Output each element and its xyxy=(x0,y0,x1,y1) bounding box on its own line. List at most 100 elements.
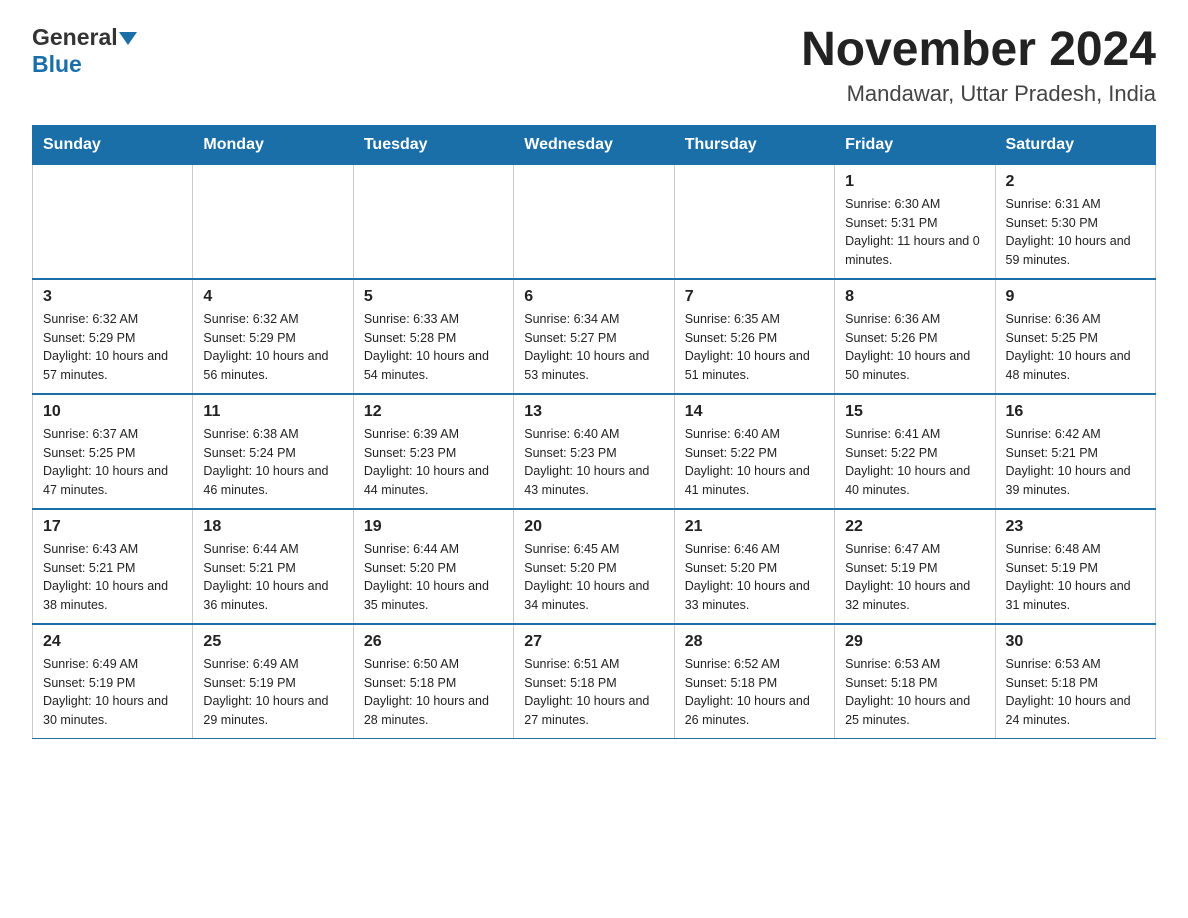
day-number-7: 7 xyxy=(685,288,824,306)
calendar-cell-w5-d2: 25 Sunrise: 6:49 AMSunset: 5:19 PMDayligh… xyxy=(193,624,353,739)
calendar-cell-w5-d5: 28Sunrise: 6:52 AMSunset: 5:18 PMDayligh… xyxy=(674,624,834,739)
calendar-week-5: 24 Sunrise: 6:49 AMSunset: 5:19 PMDayligh… xyxy=(33,624,1156,739)
calendar-week-2: 3 Sunrise: 6:32 AMSunset: 5:29 PMDaylight… xyxy=(33,279,1156,394)
header-sunday: Sunday xyxy=(33,125,193,164)
title-block: November 2024 Mandawar, Uttar Pradesh, I… xyxy=(801,24,1156,107)
day-number-11: 11 xyxy=(203,403,342,421)
day-number-29: 29 xyxy=(845,633,984,651)
calendar-cell-w5-d7: 30 Sunrise: 6:53 AMSunset: 5:18 PMDayligh… xyxy=(995,624,1155,739)
calendar-cell-w1-d3 xyxy=(353,164,513,279)
day-number-30: 30 xyxy=(1006,633,1145,651)
calendar-body: 1 Sunrise: 6:30 AMSunset: 5:31 PMDaylight… xyxy=(33,164,1156,738)
day-info-8: Sunrise: 6:36 AMSunset: 5:26 PMDaylight:… xyxy=(845,310,984,385)
header-tuesday: Tuesday xyxy=(353,125,513,164)
header-saturday: Saturday xyxy=(995,125,1155,164)
calendar-week-4: 17 Sunrise: 6:43 AMSunset: 5:21 PMDayligh… xyxy=(33,509,1156,624)
calendar-cell-w4-d4: 20 Sunrise: 6:45 AMSunset: 5:20 PMDayligh… xyxy=(514,509,674,624)
day-info-14: Sunrise: 6:40 AMSunset: 5:22 PMDaylight:… xyxy=(685,425,824,500)
calendar-cell-w3-d5: 14 Sunrise: 6:40 AMSunset: 5:22 PMDayligh… xyxy=(674,394,834,509)
calendar-subtitle: Mandawar, Uttar Pradesh, India xyxy=(801,81,1156,107)
day-number-9: 9 xyxy=(1006,288,1145,306)
day-number-23: 23 xyxy=(1006,518,1145,536)
day-info-1: Sunrise: 6:30 AMSunset: 5:31 PMDaylight:… xyxy=(845,195,984,270)
day-number-10: 10 xyxy=(43,403,182,421)
day-info-27: Sunrise: 6:51 AMSunset: 5:18 PMDaylight:… xyxy=(524,655,663,730)
logo-triangle-icon xyxy=(119,32,137,45)
logo-blue-text: Blue xyxy=(32,51,82,77)
day-info-24: Sunrise: 6:49 AMSunset: 5:19 PMDaylight:… xyxy=(43,655,182,730)
calendar-cell-w1-d6: 1 Sunrise: 6:30 AMSunset: 5:31 PMDaylight… xyxy=(835,164,995,279)
day-info-23: Sunrise: 6:48 AMSunset: 5:19 PMDaylight:… xyxy=(1006,540,1145,615)
calendar-cell-w4-d7: 23 Sunrise: 6:48 AMSunset: 5:19 PMDayligh… xyxy=(995,509,1155,624)
calendar-cell-w2-d1: 3 Sunrise: 6:32 AMSunset: 5:29 PMDaylight… xyxy=(33,279,193,394)
day-info-21: Sunrise: 6:46 AMSunset: 5:20 PMDaylight:… xyxy=(685,540,824,615)
calendar-header: Sunday Monday Tuesday Wednesday Thursday… xyxy=(33,125,1156,164)
day-number-14: 14 xyxy=(685,403,824,421)
calendar-cell-w4-d1: 17 Sunrise: 6:43 AMSunset: 5:21 PMDayligh… xyxy=(33,509,193,624)
day-info-30: Sunrise: 6:53 AMSunset: 5:18 PMDaylight:… xyxy=(1006,655,1145,730)
day-info-12: Sunrise: 6:39 AMSunset: 5:23 PMDaylight:… xyxy=(364,425,503,500)
day-info-11: Sunrise: 6:38 AMSunset: 5:24 PMDaylight:… xyxy=(203,425,342,500)
calendar-cell-w3-d6: 15Sunrise: 6:41 AMSunset: 5:22 PMDayligh… xyxy=(835,394,995,509)
calendar-cell-w3-d4: 13Sunrise: 6:40 AMSunset: 5:23 PMDayligh… xyxy=(514,394,674,509)
day-number-5: 5 xyxy=(364,288,503,306)
day-number-3: 3 xyxy=(43,288,182,306)
day-info-7: Sunrise: 6:35 AMSunset: 5:26 PMDaylight:… xyxy=(685,310,824,385)
day-info-9: Sunrise: 6:36 AMSunset: 5:25 PMDaylight:… xyxy=(1006,310,1145,385)
day-info-4: Sunrise: 6:32 AMSunset: 5:29 PMDaylight:… xyxy=(203,310,342,385)
calendar-cell-w4-d3: 19Sunrise: 6:44 AMSunset: 5:20 PMDayligh… xyxy=(353,509,513,624)
calendar-cell-w5-d4: 27 Sunrise: 6:51 AMSunset: 5:18 PMDayligh… xyxy=(514,624,674,739)
weekday-header-row: Sunday Monday Tuesday Wednesday Thursday… xyxy=(33,125,1156,164)
day-number-27: 27 xyxy=(524,633,663,651)
day-number-24: 24 xyxy=(43,633,182,651)
day-number-19: 19 xyxy=(364,518,503,536)
calendar-cell-w4-d2: 18Sunrise: 6:44 AMSunset: 5:21 PMDayligh… xyxy=(193,509,353,624)
day-number-8: 8 xyxy=(845,288,984,306)
day-info-26: Sunrise: 6:50 AMSunset: 5:18 PMDaylight:… xyxy=(364,655,503,730)
calendar-cell-w1-d4 xyxy=(514,164,674,279)
day-info-2: Sunrise: 6:31 AMSunset: 5:30 PMDaylight:… xyxy=(1006,195,1145,270)
calendar-cell-w2-d3: 5Sunrise: 6:33 AMSunset: 5:28 PMDaylight… xyxy=(353,279,513,394)
logo-general-text: General xyxy=(32,24,118,51)
calendar-cell-w5-d6: 29Sunrise: 6:53 AMSunset: 5:18 PMDayligh… xyxy=(835,624,995,739)
day-info-25: Sunrise: 6:49 AMSunset: 5:19 PMDaylight:… xyxy=(203,655,342,730)
calendar-cell-w1-d5 xyxy=(674,164,834,279)
day-info-17: Sunrise: 6:43 AMSunset: 5:21 PMDaylight:… xyxy=(43,540,182,615)
day-info-3: Sunrise: 6:32 AMSunset: 5:29 PMDaylight:… xyxy=(43,310,182,385)
day-number-2: 2 xyxy=(1006,173,1145,191)
day-number-21: 21 xyxy=(685,518,824,536)
calendar-title: November 2024 xyxy=(801,24,1156,77)
logo: General Blue xyxy=(32,24,137,78)
day-number-12: 12 xyxy=(364,403,503,421)
day-info-13: Sunrise: 6:40 AMSunset: 5:23 PMDaylight:… xyxy=(524,425,663,500)
day-info-16: Sunrise: 6:42 AMSunset: 5:21 PMDaylight:… xyxy=(1006,425,1145,500)
day-info-6: Sunrise: 6:34 AMSunset: 5:27 PMDaylight:… xyxy=(524,310,663,385)
page-header: General Blue November 2024 Mandawar, Utt… xyxy=(32,24,1156,107)
day-number-6: 6 xyxy=(524,288,663,306)
day-number-17: 17 xyxy=(43,518,182,536)
day-number-1: 1 xyxy=(845,173,984,191)
day-number-20: 20 xyxy=(524,518,663,536)
day-number-26: 26 xyxy=(364,633,503,651)
calendar-cell-w4-d5: 21 Sunrise: 6:46 AMSunset: 5:20 PMDayligh… xyxy=(674,509,834,624)
day-number-16: 16 xyxy=(1006,403,1145,421)
header-monday: Monday xyxy=(193,125,353,164)
calendar-cell-w5-d3: 26 Sunrise: 6:50 AMSunset: 5:18 PMDayligh… xyxy=(353,624,513,739)
day-number-4: 4 xyxy=(203,288,342,306)
day-info-20: Sunrise: 6:45 AMSunset: 5:20 PMDaylight:… xyxy=(524,540,663,615)
day-number-28: 28 xyxy=(685,633,824,651)
calendar-cell-w1-d2 xyxy=(193,164,353,279)
day-info-22: Sunrise: 6:47 AMSunset: 5:19 PMDaylight:… xyxy=(845,540,984,615)
day-number-25: 25 xyxy=(203,633,342,651)
calendar-cell-w3-d1: 10 Sunrise: 6:37 AMSunset: 5:25 PMDayligh… xyxy=(33,394,193,509)
calendar-cell-w1-d7: 2 Sunrise: 6:31 AMSunset: 5:30 PMDaylight… xyxy=(995,164,1155,279)
header-thursday: Thursday xyxy=(674,125,834,164)
calendar-week-1: 1 Sunrise: 6:30 AMSunset: 5:31 PMDaylight… xyxy=(33,164,1156,279)
day-info-15: Sunrise: 6:41 AMSunset: 5:22 PMDaylight:… xyxy=(845,425,984,500)
day-info-18: Sunrise: 6:44 AMSunset: 5:21 PMDaylight:… xyxy=(203,540,342,615)
day-number-22: 22 xyxy=(845,518,984,536)
day-info-10: Sunrise: 6:37 AMSunset: 5:25 PMDaylight:… xyxy=(43,425,182,500)
calendar-cell-w2-d6: 8 Sunrise: 6:36 AMSunset: 5:26 PMDaylight… xyxy=(835,279,995,394)
calendar-cell-w2-d4: 6 Sunrise: 6:34 AMSunset: 5:27 PMDaylight… xyxy=(514,279,674,394)
calendar-cell-w3-d3: 12 Sunrise: 6:39 AMSunset: 5:23 PMDayligh… xyxy=(353,394,513,509)
